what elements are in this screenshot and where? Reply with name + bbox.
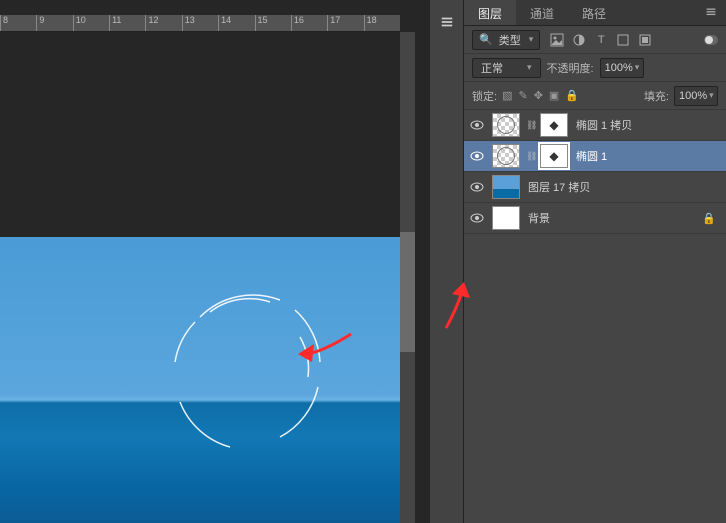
layer-thumbnail[interactable] [492, 175, 520, 199]
scrollbar-thumb[interactable] [400, 232, 415, 352]
layer-thumbnail[interactable] [492, 113, 520, 137]
fill-label: 填充: [644, 88, 669, 104]
layer-name[interactable]: 图层 17 拷贝 [528, 179, 590, 195]
filter-shape-icon[interactable] [616, 33, 630, 47]
panel-collapse-button[interactable] [433, 8, 461, 36]
ruler-tick: 9 [36, 15, 72, 31]
eye-icon [470, 182, 484, 192]
visibility-toggle[interactable] [468, 182, 486, 192]
layer-thumbnail[interactable] [492, 144, 520, 168]
lock-pixels-icon[interactable]: ✎ [518, 89, 527, 102]
tab-layers[interactable]: 图层 [464, 0, 516, 25]
lock-row: 锁定: ▧ ✎ ✥ ▣ 🔒 填充: 100% ▾ [464, 82, 726, 110]
lock-transparency-icon[interactable]: ▧ [502, 89, 512, 102]
ruler-tick: 12 [145, 15, 181, 31]
layers-panel: 图层 通道 路径 🔍 类型 ▾ T 正常 [464, 0, 726, 523]
lock-all-icon[interactable]: 🔒 [565, 89, 579, 102]
lock-artboard-icon[interactable]: ▣ [549, 89, 559, 102]
filter-row: 🔍 类型 ▾ T [464, 26, 726, 54]
filter-pixel-icon[interactable] [550, 33, 564, 47]
ruler-tick: 11 [109, 15, 145, 31]
lock-icon: 🔒 [702, 212, 716, 225]
panel-menu-button[interactable] [696, 0, 726, 25]
chevron-down-icon: ▾ [529, 34, 534, 45]
filter-label: 类型 [499, 32, 521, 48]
eye-icon [470, 151, 484, 161]
blend-mode-label: 正常 [481, 60, 503, 76]
link-icon: ⛓ [526, 120, 534, 131]
vertical-scrollbar[interactable] [400, 32, 415, 523]
tab-channels[interactable]: 通道 [516, 0, 568, 25]
layer-name[interactable]: 背景 [528, 210, 550, 226]
ruler-tick: 15 [255, 15, 291, 31]
ruler-horizontal: 8 9 10 11 12 13 14 15 16 17 18 [0, 15, 400, 32]
opacity-value: 100% [605, 62, 633, 74]
menu-icon [704, 5, 718, 19]
opacity-label: 不透明度: [547, 60, 594, 76]
panel-icon [440, 15, 454, 29]
link-icon: ⛓ [526, 151, 534, 162]
filter-adjustment-icon[interactable] [572, 33, 586, 47]
eye-icon [470, 213, 484, 223]
layer-row[interactable]: ⛓ ◆ 椭圆 1 [464, 141, 726, 172]
ruler-tick: 17 [327, 15, 363, 31]
layer-name[interactable]: 椭圆 1 [576, 148, 607, 164]
blend-row: 正常 ▾ 不透明度: 100% ▾ [464, 54, 726, 82]
layer-row[interactable]: ⛓ ◆ 椭圆 1 拷贝 [464, 110, 726, 141]
chevron-down-icon: ▾ [635, 62, 640, 73]
ruler-tick: 10 [73, 15, 109, 31]
layer-name[interactable]: 椭圆 1 拷贝 [576, 117, 632, 133]
mask-thumbnail[interactable]: ◆ [540, 113, 568, 137]
eye-icon [470, 120, 484, 130]
visibility-toggle[interactable] [468, 120, 486, 130]
tab-paths[interactable]: 路径 [568, 0, 620, 25]
opacity-input[interactable]: 100% ▾ [600, 58, 644, 78]
filter-toggle[interactable] [704, 35, 718, 45]
document-dark-area[interactable] [0, 32, 400, 237]
ruler-tick: 8 [0, 15, 36, 31]
ellipse-shape [160, 282, 340, 462]
layer-row[interactable]: 背景 🔒 [464, 203, 726, 234]
layer-thumbnail[interactable] [492, 206, 520, 230]
chevron-down-icon: ▾ [709, 90, 714, 101]
kind-filter-select[interactable]: 🔍 类型 ▾ [472, 30, 540, 50]
fill-input[interactable]: 100% ▾ [674, 86, 718, 106]
mask-thumbnail[interactable]: ◆ [540, 144, 568, 168]
document-image[interactable] [0, 237, 400, 523]
canvas-area: 8 9 10 11 12 13 14 15 16 17 18 [0, 0, 430, 523]
filter-type-icon[interactable]: T [594, 33, 608, 47]
panel-tabs: 图层 通道 路径 [464, 0, 726, 26]
layer-row[interactable]: 图层 17 拷贝 [464, 172, 726, 203]
visibility-toggle[interactable] [468, 213, 486, 223]
search-icon: 🔍 [479, 33, 493, 46]
ruler-tick: 13 [182, 15, 218, 31]
lock-position-icon[interactable]: ✥ [534, 89, 543, 102]
blend-mode-select[interactable]: 正常 ▾ [472, 58, 541, 78]
fill-value: 100% [679, 90, 707, 102]
filter-smart-icon[interactable] [638, 33, 652, 47]
annotation-arrow-icon [296, 332, 356, 372]
visibility-toggle[interactable] [468, 151, 486, 161]
ruler-tick: 14 [218, 15, 254, 31]
panel-collapse-bar [430, 0, 464, 523]
panel-area: 图层 通道 路径 🔍 类型 ▾ T 正常 [430, 0, 726, 523]
chevron-down-icon: ▾ [527, 62, 532, 73]
layers-list: ⛓ ◆ 椭圆 1 拷贝 ⛓ ◆ 椭圆 1 图层 17 拷贝 背景 🔒 [464, 110, 726, 234]
ruler-tick: 16 [291, 15, 327, 31]
ruler-tick: 18 [364, 15, 400, 31]
lock-label: 锁定: [472, 88, 497, 104]
